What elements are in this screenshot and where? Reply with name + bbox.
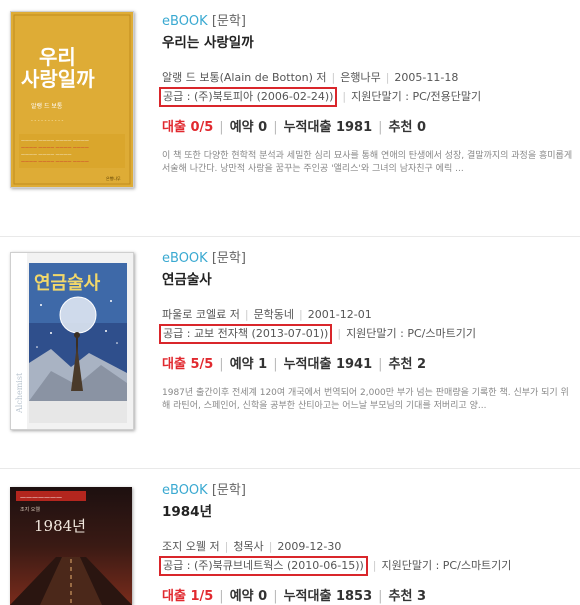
supply-line: 공급 : (주)북토피아 (2006-02-24)) | 지원단말기 : PC/전용… — [159, 87, 580, 107]
author-publisher-line: 조지 오웰 저 | 청목사 | 2009-12-30 — [162, 540, 342, 553]
book-cover[interactable]: ——————— 조지 오웰 1984년 — [10, 487, 132, 605]
svg-text:———— ———— ———— ————: ———— ———— ———— ———— — [21, 138, 89, 143]
list-item: 우리 사랑일까 알랭 드 보통 - - - - - - - - - - ———— … — [0, 0, 580, 218]
format-label: eBOOK — [162, 14, 208, 29]
book-description: 이 책 또한 다양한 현학적 분석과 세밀한 심리 묘사를 통해 연애의 탄생에… — [162, 151, 573, 174]
cover-spine-text: Alchemist — [15, 372, 24, 414]
ebook-list: 우리 사랑일까 알랭 드 보통 - - - - - - - - - - ———— … — [0, 0, 580, 605]
svg-text:은행나무: 은행나무 — [106, 175, 121, 181]
recommend-count: 추천 0 — [388, 120, 427, 135]
device-support: 지원단말기 : PC/스마트기기 — [346, 327, 476, 340]
total-loan-count: 누적대출 1941 — [283, 357, 373, 372]
svg-text:조지 오웰: 조지 오웰 — [20, 506, 40, 513]
author-publisher-line: 파울로 코엘료 저 | 문학동네 | 2001-12-01 — [162, 308, 372, 321]
reserve-count: 예약 0 — [229, 120, 268, 135]
loan-stats: 대출 1/5 | 예약 0 | 누적대출 1853 | 추천 3 — [162, 589, 427, 604]
format-label: eBOOK — [162, 483, 208, 498]
svg-text:알랭 드 보통: 알랭 드 보통 — [31, 102, 63, 110]
book-title[interactable]: 연금술사 — [162, 272, 580, 289]
list-item: ——————— 조지 오웰 1984년 eBOOK [문학] 1984년 조지 … — [0, 468, 580, 605]
svg-text:———————: ——————— — [20, 494, 62, 501]
book-cover-art: ——————— 조지 오웰 1984년 — [10, 487, 132, 605]
pub-date: 2009-12-30 — [277, 540, 342, 553]
book-cover-art: Alchemist 연금술사 — [11, 253, 133, 429]
genre-label: [문학] — [211, 251, 246, 266]
author: 파울로 코엘료 저 — [162, 308, 240, 321]
author: 조지 오웰 저 — [162, 540, 220, 553]
loan-stats: 대출 5/5 | 예약 1 | 누적대출 1941 | 추천 2 — [162, 357, 427, 372]
cover-title: 1984년 — [34, 517, 86, 535]
supply-line: 공급 : 교보 전자책 (2013-07-01)) | 지원단말기 : PC/스마트… — [159, 324, 580, 344]
category-line: eBOOK [문학] — [162, 251, 580, 267]
author-publisher-line: 알랭 드 보통(Alain de Botton) 저 | 은행나무 | 2005-11-… — [162, 71, 459, 84]
book-info: eBOOK [문학] 우리는 사랑일까 알랭 드 보통(Alain de Bot… — [159, 14, 580, 176]
book-cover-art: 우리 사랑일까 알랭 드 보통 - - - - - - - - - - ———— … — [11, 12, 133, 187]
loan-stats: 대출 0/5 | 예약 0 | 누적대출 1981 | 추천 0 — [162, 120, 427, 135]
supplier-highlight: 공급 : (주)북큐브네트웍스 (2010-06-15)) — [159, 556, 368, 576]
format-label: eBOOK — [162, 251, 208, 266]
supply-line: 공급 : (주)북큐브네트웍스 (2010-06-15)) | 지원단말기 : PC… — [159, 556, 580, 576]
book-title[interactable]: 1984년 — [162, 504, 580, 521]
book-cover[interactable]: 우리 사랑일까 알랭 드 보통 - - - - - - - - - - ———— … — [10, 11, 134, 188]
reserve-count: 예약 1 — [229, 357, 268, 372]
device-support: 지원단말기 : PC/전용단말기 — [351, 90, 482, 103]
category-line: eBOOK [문학] — [162, 483, 580, 499]
loan-count: 대출 0/5 — [162, 120, 214, 135]
publisher: 은행나무 — [340, 71, 381, 84]
genre-label: [문학] — [211, 483, 246, 498]
svg-text:———— ———— ———— ————: ———— ———— ———— ———— — [21, 145, 89, 150]
recommend-count: 추천 2 — [388, 357, 427, 372]
book-info: eBOOK [문학] 1984년 조지 오웰 저 | 청목사 | 2009-12-30 … — [159, 483, 580, 605]
book-title[interactable]: 우리는 사랑일까 — [162, 35, 580, 52]
book-description: 1987년 출간이후 전세계 120여 개국에서 번역되어 2,000만 부가 … — [162, 388, 569, 411]
svg-text:- - - - - - - - - -: - - - - - - - - - - — [31, 118, 64, 124]
svg-text:———— ———— ————: ———— ———— ———— — [21, 152, 72, 157]
loan-count: 대출 5/5 — [162, 357, 214, 372]
svg-text:———— ———— ———— ————: ———— ———— ———— ———— — [21, 159, 89, 164]
category-line: eBOOK [문학] — [162, 14, 580, 30]
publisher: 문학동네 — [253, 308, 295, 321]
book-info: eBOOK [문학] 연금술사 파울로 코엘료 저 | 문학동네 | 2001-12-0… — [159, 251, 580, 413]
book-cover[interactable]: Alchemist 연금술사 — [10, 252, 134, 430]
genre-label: [문학] — [211, 14, 246, 29]
publisher: 청목사 — [233, 540, 264, 553]
list-item: Alchemist 연금술사 eBOOK [문학] 연금술사 파울로 코엘료 저… — [0, 236, 580, 455]
total-loan-count: 누적대출 1981 — [283, 120, 373, 135]
pub-date: 2001-12-01 — [307, 308, 372, 321]
author: 알랭 드 보통(Alain de Botton) 저 — [162, 71, 327, 84]
pub-date: 2005-11-18 — [394, 71, 459, 84]
supplier-highlight: 공급 : 교보 전자책 (2013-07-01)) — [159, 324, 333, 344]
cover-title: 연금술사 — [34, 273, 101, 294]
device-support: 지원단말기 : PC/스마트기기 — [381, 559, 512, 572]
supplier-highlight: 공급 : (주)북토피아 (2006-02-24)) — [159, 87, 338, 107]
